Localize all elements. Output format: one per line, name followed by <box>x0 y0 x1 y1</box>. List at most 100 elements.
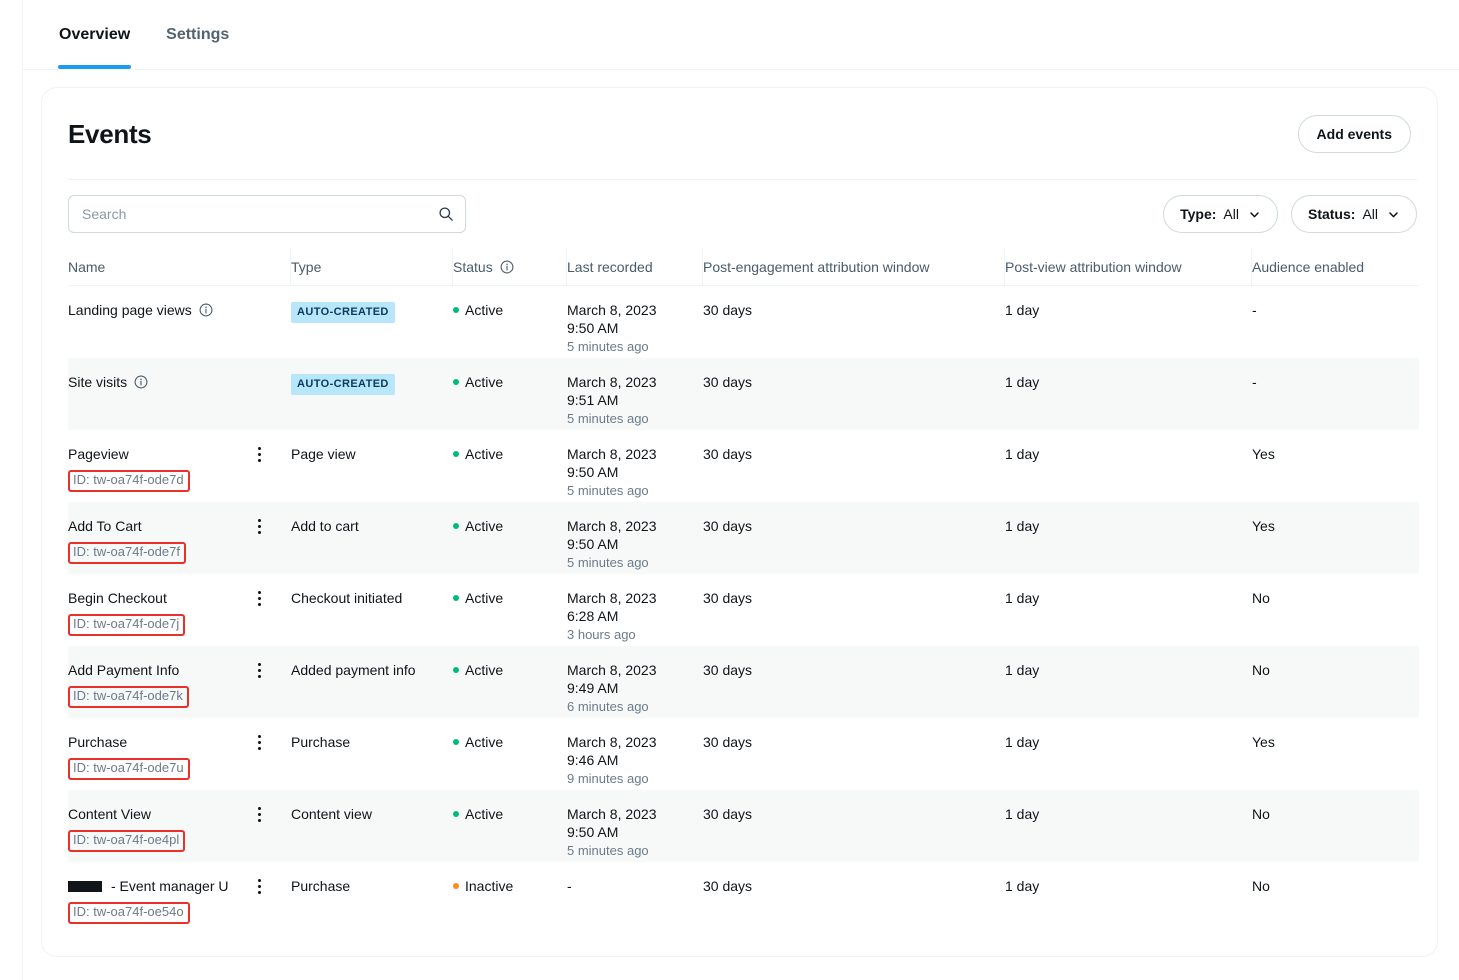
event-name: Content View <box>68 806 281 822</box>
cell-type: Checkout initiated <box>291 574 453 646</box>
info-circle-icon[interactable] <box>199 303 213 317</box>
cell-post-view: 1 day <box>1005 430 1252 502</box>
filter-status-value: All <box>1362 206 1378 222</box>
cell-status: Active <box>453 502 567 574</box>
cell-last-recorded: March 8, 2023 6:28 AM 3 hours ago <box>567 574 703 646</box>
status-badge: Active <box>453 806 557 822</box>
status-badge: Active <box>453 446 557 462</box>
event-name-label: Begin Checkout <box>68 590 167 606</box>
event-id-annotation: ID: tw-oa74f-ode7d <box>68 470 190 493</box>
column-label: Audience enabled <box>1252 258 1365 275</box>
chevron-down-icon <box>1387 208 1400 221</box>
tab-overview[interactable]: Overview <box>41 0 148 69</box>
column-label: Last recorded <box>567 258 653 275</box>
column-header-last-recorded[interactable]: Last recorded <box>567 247 703 286</box>
cell-last-recorded: March 8, 2023 9:51 AM 5 minutes ago <box>567 358 703 430</box>
status-badge: Inactive <box>453 878 557 894</box>
status-label: Active <box>465 374 504 390</box>
status-badge: Active <box>453 590 557 606</box>
status-dot-icon <box>453 739 459 746</box>
filter-status[interactable]: Status: All <box>1290 195 1417 233</box>
status-dot-icon <box>453 811 459 818</box>
tab-bar: Overview Settings <box>23 0 1459 70</box>
audience-enabled-value: Yes <box>1252 446 1275 462</box>
table-row[interactable]: Purchase ID: tw-oa74f-ode7u Purchase Active… <box>68 718 1419 790</box>
filter-type[interactable]: Type: All <box>1163 195 1278 233</box>
post-view-value: 1 day <box>1005 446 1040 462</box>
column-label: Status <box>453 258 493 275</box>
post-view-value: 1 day <box>1005 734 1040 750</box>
column-header-status[interactable]: Status <box>453 247 567 286</box>
more-options-icon[interactable] <box>251 661 267 679</box>
table-row[interactable]: - Event manager U ID: tw-oa74f-oe54o Purch… <box>68 862 1419 934</box>
event-name-label: Pageview <box>68 446 129 462</box>
table-row[interactable]: Begin Checkout ID: tw-oa74f-ode7j Checkout… <box>68 574 1419 646</box>
event-name: Add Payment Info <box>68 662 281 678</box>
table-row[interactable]: Add Payment Info ID: tw-oa74f-ode7k Added … <box>68 646 1419 718</box>
more-options-icon[interactable] <box>251 805 267 823</box>
audience-enabled-value: No <box>1252 662 1270 678</box>
last-recorded-time: 6:28 AM <box>567 608 619 625</box>
search-box[interactable] <box>68 195 466 233</box>
more-options-icon[interactable] <box>251 877 267 895</box>
cell-status: Active <box>453 286 567 358</box>
cell-name: Purchase ID: tw-oa74f-ode7u <box>68 718 291 790</box>
cell-type: Content view <box>291 790 453 862</box>
filter-group: Type: All Status: All <box>1163 195 1417 233</box>
cell-last-recorded: March 8, 2023 9:50 AM 5 minutes ago <box>567 430 703 502</box>
cell-type: Purchase <box>291 862 453 934</box>
column-header-audience[interactable]: Audience enabled <box>1252 248 1419 286</box>
info-circle-icon[interactable] <box>134 375 148 389</box>
more-options-icon[interactable] <box>251 517 267 535</box>
cell-last-recorded: March 8, 2023 9:50 AM 5 minutes ago <box>567 286 703 358</box>
filter-type-value: All <box>1223 206 1239 222</box>
column-header-type[interactable]: Type <box>291 247 453 286</box>
event-type-label: Added payment info <box>291 662 416 678</box>
cell-post-view: 1 day <box>1005 358 1252 430</box>
more-options-icon[interactable] <box>251 445 267 463</box>
more-options-icon[interactable] <box>251 589 267 607</box>
cell-post-view: 1 day <box>1005 286 1252 358</box>
cell-post-engagement: 30 days <box>703 502 1005 574</box>
cell-audience-enabled: Yes <box>1252 430 1419 502</box>
status-label: Inactive <box>465 878 514 894</box>
column-header-post-engagement[interactable]: Post-engagement attribution window <box>703 247 1005 286</box>
post-engagement-value: 30 days <box>703 518 753 534</box>
post-view-value: 1 day <box>1005 878 1040 894</box>
table-row[interactable]: Pageview ID: tw-oa74f-ode7d Page view Activ… <box>68 430 1419 502</box>
table-row[interactable]: Site visits AUTO-CREATED Active March 8, 20… <box>68 358 1419 430</box>
column-header-post-view[interactable]: Post-view attribution window <box>1005 247 1252 286</box>
cell-name: Landing page views <box>68 286 291 358</box>
table-row[interactable]: Landing page views AUTO-CREATED Active Marc… <box>68 286 1419 358</box>
search-input[interactable] <box>69 196 465 232</box>
event-name-label: Content View <box>68 806 152 822</box>
table-row[interactable]: Content View ID: tw-oa74f-oe4pl Content vi… <box>68 790 1419 862</box>
cell-type: AUTO-CREATED <box>291 286 453 358</box>
more-options-icon[interactable] <box>251 733 267 751</box>
cell-status: Active <box>453 718 567 790</box>
post-engagement-value: 30 days <box>703 878 753 894</box>
cell-name: Add To Cart ID: tw-oa74f-ode7f <box>68 502 291 574</box>
filter-type-key: Type: <box>1180 206 1217 222</box>
cell-name: Add Payment Info ID: tw-oa74f-ode7k <box>68 646 291 718</box>
last-recorded-time: 9:50 AM <box>567 464 619 481</box>
cell-post-engagement: 30 days <box>703 358 1005 430</box>
column-header-name[interactable]: Name <box>68 247 291 286</box>
event-id-annotation: ID: tw-oa74f-ode7k <box>68 686 189 709</box>
page-title: Events <box>68 118 152 149</box>
post-engagement-value: 30 days <box>703 590 753 606</box>
search-icon[interactable] <box>438 206 454 222</box>
audience-enabled-value: No <box>1252 806 1270 822</box>
info-circle-icon[interactable] <box>500 260 514 274</box>
event-name: Purchase <box>68 734 281 750</box>
cell-name: Begin Checkout ID: tw-oa74f-ode7j <box>68 574 291 646</box>
tab-settings[interactable]: Settings <box>148 0 247 69</box>
table-row[interactable]: Add To Cart ID: tw-oa74f-ode7f Add to cart… <box>68 502 1419 574</box>
add-events-button[interactable]: Add events <box>1297 115 1411 153</box>
event-id-annotation: ID: tw-oa74f-ode7f <box>68 542 186 565</box>
status-badge: Active <box>453 518 557 534</box>
status-badge: Active <box>453 662 557 678</box>
cell-post-engagement: 30 days <box>703 862 1005 934</box>
last-recorded-time: 9:46 AM <box>567 752 619 769</box>
post-engagement-value: 30 days <box>703 662 753 678</box>
